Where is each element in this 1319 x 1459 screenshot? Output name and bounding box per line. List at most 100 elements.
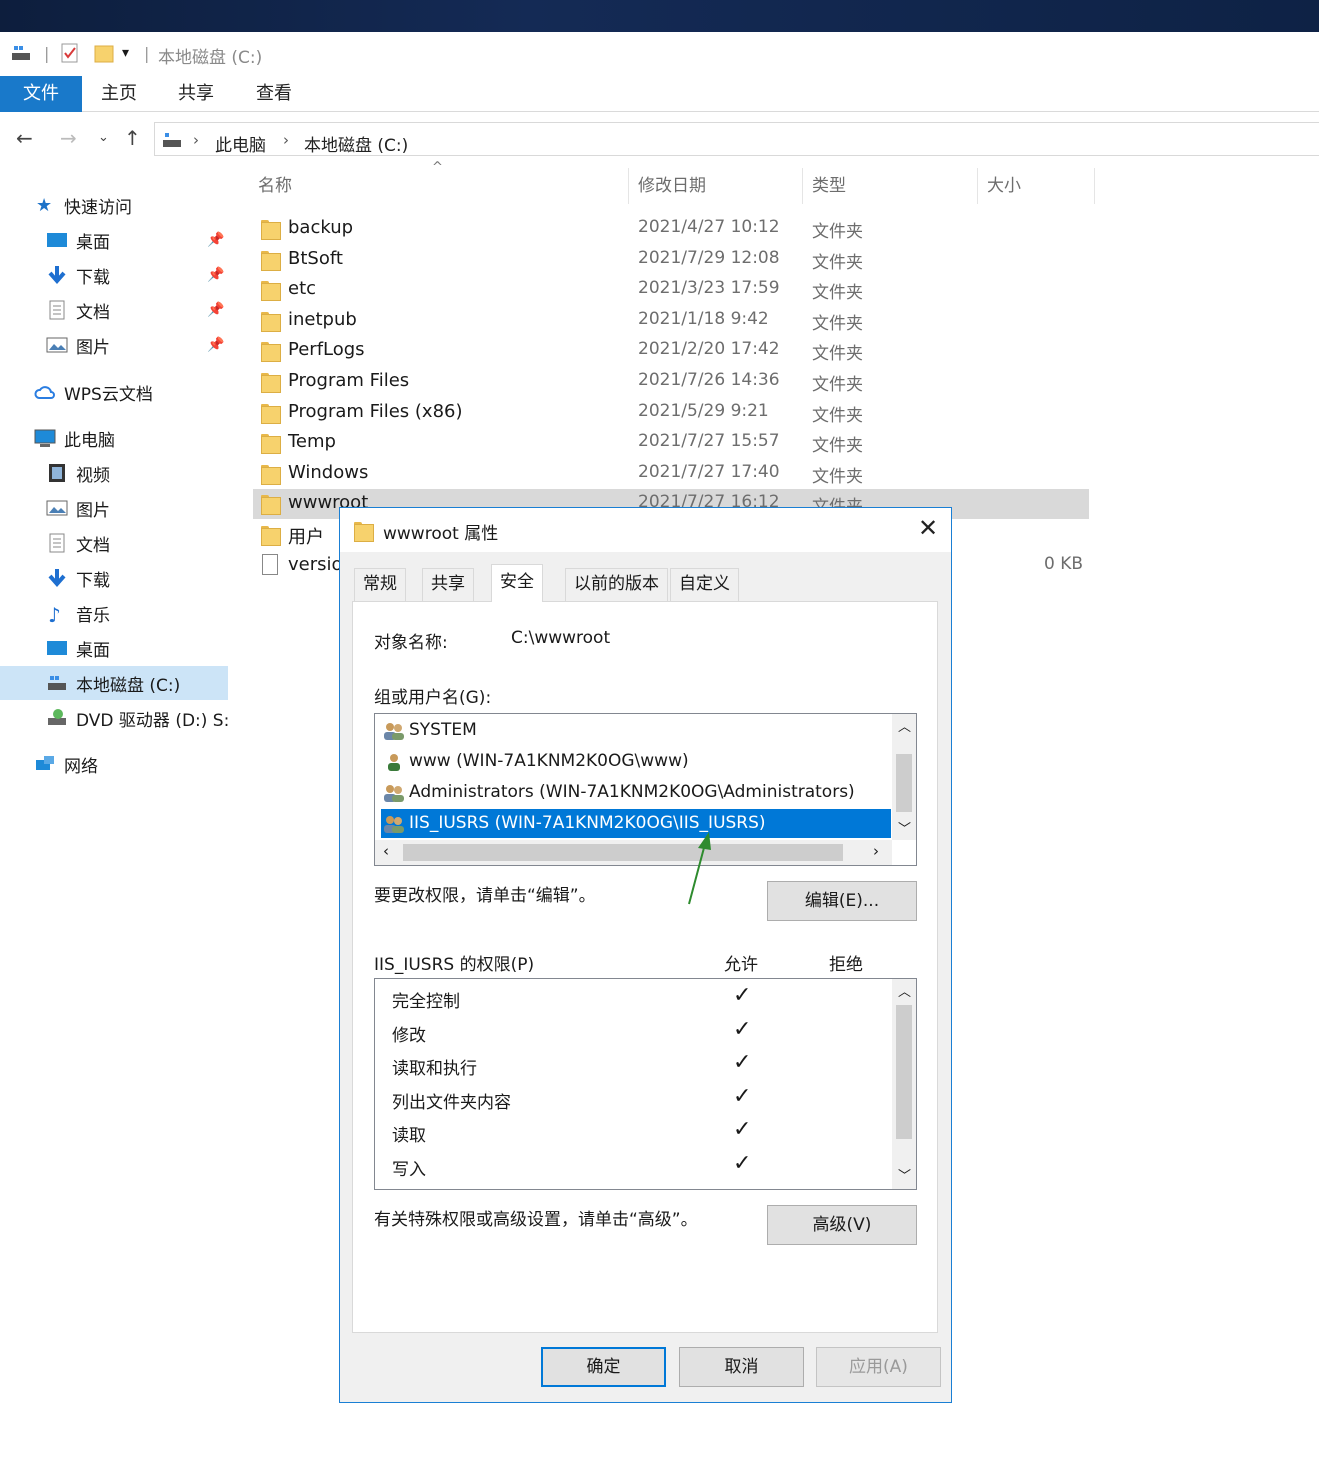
dialog-title: wwwroot 属性 — [383, 524, 499, 544]
back-arrow-icon[interactable]: ← — [16, 126, 33, 150]
pictures-icon — [46, 500, 68, 516]
users-listbox[interactable]: SYSTEM www (WIN-7A1KNM2K0OG\www) Administr… — [374, 713, 917, 866]
properties-icon[interactable] — [60, 42, 80, 64]
nav-pc-local-disk[interactable]: 本地磁盘 (C:) — [0, 666, 228, 700]
folder-icon — [261, 493, 281, 516]
vertical-scrollbar[interactable]: ︿ ﹀ — [892, 979, 916, 1189]
permissions-label: IIS_IUSRS 的权限(P) — [374, 955, 535, 975]
tab-customize[interactable]: 自定义 — [670, 568, 739, 601]
tab-file[interactable]: 文件 — [0, 76, 82, 112]
user-list-item[interactable]: IIS_IUSRS (WIN-7A1KNM2K0OG\IIS_IUSRS) — [381, 809, 891, 838]
scroll-up-icon[interactable]: ︿ — [898, 981, 911, 1000]
apply-button[interactable]: 应用(A) — [816, 1347, 941, 1387]
file-date: 2021/4/27 10:12 — [638, 217, 780, 237]
nav-network[interactable]: 网络 — [0, 747, 228, 781]
nav-qa-pictures[interactable]: 图片 📌 — [0, 328, 228, 362]
scroll-right-icon[interactable]: › — [873, 842, 879, 860]
nav-qa-downloads[interactable]: 下载 📌 — [0, 258, 228, 292]
nav-this-pc[interactable]: 此电脑 — [0, 421, 228, 455]
user-list-item[interactable]: Administrators (WIN-7A1KNM2K0OG\Administ… — [381, 778, 891, 807]
tab-previous-versions[interactable]: 以前的版本 — [565, 568, 668, 601]
advanced-button[interactable]: 高级(V) — [767, 1205, 917, 1245]
file-row[interactable]: backup 2021/4/27 10:12 文件夹 — [253, 214, 1089, 244]
object-name-label: 对象名称: — [374, 633, 448, 653]
ok-button[interactable]: 确定 — [541, 1347, 666, 1387]
scroll-thumb[interactable] — [896, 754, 912, 812]
pin-icon[interactable]: 📌 — [207, 232, 224, 248]
breadcrumb-local-disk[interactable]: 本地磁盘 (C:) — [304, 131, 408, 156]
scroll-up-icon[interactable]: ︿ — [898, 716, 911, 735]
tab-security[interactable]: 安全 — [491, 564, 543, 602]
file-type: 文件夹 — [812, 252, 863, 273]
column-divider[interactable] — [802, 168, 803, 204]
breadcrumb-this-pc[interactable]: 此电脑 — [215, 131, 266, 156]
customize-dropdown-icon[interactable]: ▾ — [122, 42, 129, 64]
user-list-item[interactable]: SYSTEM — [381, 716, 891, 745]
close-icon[interactable]: ✕ — [918, 514, 938, 542]
column-divider[interactable] — [977, 168, 978, 204]
column-divider[interactable] — [628, 168, 629, 204]
address-bar[interactable]: › 此电脑 › 本地磁盘 (C:) — [154, 122, 1319, 156]
file-row[interactable]: Windows 2021/7/27 17:40 文件夹 — [253, 459, 1089, 489]
deny-header: 拒绝 — [829, 955, 863, 975]
tab-general[interactable]: 常规 — [354, 568, 406, 601]
file-row[interactable]: BtSoft 2021/7/29 12:08 文件夹 — [253, 245, 1089, 275]
nav-pc-desktop[interactable]: 桌面 — [0, 631, 228, 665]
recent-dropdown-icon[interactable]: ⌄ — [98, 130, 109, 145]
folder-icon — [261, 310, 281, 332]
user-icon — [388, 754, 400, 771]
drive-icon[interactable] — [10, 42, 32, 64]
new-folder-icon[interactable] — [94, 42, 114, 64]
horizontal-scrollbar[interactable]: ‹ › — [375, 840, 892, 865]
nav-quick-access[interactable]: ★ 快速访问 — [0, 188, 228, 222]
column-header-date[interactable]: 修改日期 — [638, 168, 706, 204]
tab-view[interactable]: 查看 — [256, 76, 292, 112]
nav-qa-documents[interactable]: 文档 📌 — [0, 293, 228, 327]
file-row[interactable]: Program Files 2021/7/26 14:36 文件夹 — [253, 367, 1089, 397]
file-name: Program Files — [288, 370, 410, 391]
document-icon — [49, 533, 65, 553]
column-header-size[interactable]: 大小 — [987, 168, 1021, 204]
pin-icon[interactable]: 📌 — [207, 267, 224, 283]
tab-sharing[interactable]: 共享 — [422, 568, 474, 601]
scroll-down-icon[interactable]: ﹀ — [898, 818, 911, 837]
file-row[interactable]: Temp 2021/7/27 15:57 文件夹 — [253, 428, 1089, 458]
nav-pc-downloads[interactable]: 下载 — [0, 561, 228, 595]
tab-home[interactable]: 主页 — [101, 76, 137, 112]
file-row[interactable]: PerfLogs 2021/2/20 17:42 文件夹 — [253, 336, 1089, 366]
nav-qa-desktop[interactable]: 桌面 📌 — [0, 223, 228, 257]
edit-button[interactable]: 编辑(E)... — [767, 881, 917, 921]
column-divider[interactable] — [1094, 168, 1095, 204]
file-row[interactable]: etc 2021/3/23 17:59 文件夹 — [253, 275, 1089, 305]
nav-wps-cloud[interactable]: WPS云文档 — [0, 375, 228, 409]
scroll-left-icon[interactable]: ‹ — [383, 842, 389, 860]
scroll-thumb[interactable] — [896, 1005, 912, 1139]
forward-arrow-icon[interactable]: → — [60, 126, 77, 150]
nav-pc-documents[interactable]: 文档 — [0, 526, 228, 560]
dialog-title-bar[interactable]: wwwroot 属性 ✕ — [340, 508, 951, 552]
scroll-down-icon[interactable]: ﹀ — [898, 1165, 911, 1184]
user-list-item[interactable]: www (WIN-7A1KNM2K0OG\www) — [381, 747, 891, 776]
nav-pc-pictures[interactable]: 图片 — [0, 491, 228, 525]
nav-pc-music[interactable]: ♪ 音乐 — [0, 596, 228, 630]
up-arrow-icon[interactable]: ↑ — [124, 126, 141, 150]
file-row[interactable]: inetpub 2021/1/18 9:42 文件夹 — [253, 306, 1089, 336]
file-row[interactable]: Program Files (x86) 2021/5/29 9:21 文件夹 — [253, 398, 1089, 428]
scroll-thumb[interactable] — [403, 844, 843, 861]
ribbon-tabs: 文件 主页 共享 查看 — [0, 76, 1319, 112]
allow-checkmark-icon: ✓ — [733, 1151, 752, 1176]
nav-pc-videos[interactable]: 视频 — [0, 456, 228, 490]
pin-icon[interactable]: 📌 — [207, 337, 224, 353]
permissions-listbox[interactable]: 完全控制 ✓ 修改 ✓ 读取和执行 ✓ 列出文件夹内容 ✓ 读取 ✓ 写入 ✓ ︿ ﹀ — [374, 978, 917, 1190]
download-icon — [48, 266, 66, 285]
tab-share[interactable]: 共享 — [178, 76, 214, 112]
column-header-type[interactable]: 类型 — [812, 168, 846, 204]
edit-hint: 要更改权限，请单击“编辑”。 — [374, 886, 596, 906]
user-name: Administrators (WIN-7A1KNM2K0OG\Administ… — [409, 782, 855, 802]
nav-pc-dvd[interactable]: DVD 驱动器 (D:) S: — [0, 701, 228, 735]
pin-icon[interactable]: 📌 — [207, 302, 224, 318]
vertical-scrollbar[interactable]: ︿ ﹀ — [892, 714, 916, 840]
desktop-icon — [47, 641, 67, 655]
cancel-button[interactable]: 取消 — [679, 1347, 804, 1387]
column-header-name[interactable]: 名称 — [258, 168, 292, 204]
